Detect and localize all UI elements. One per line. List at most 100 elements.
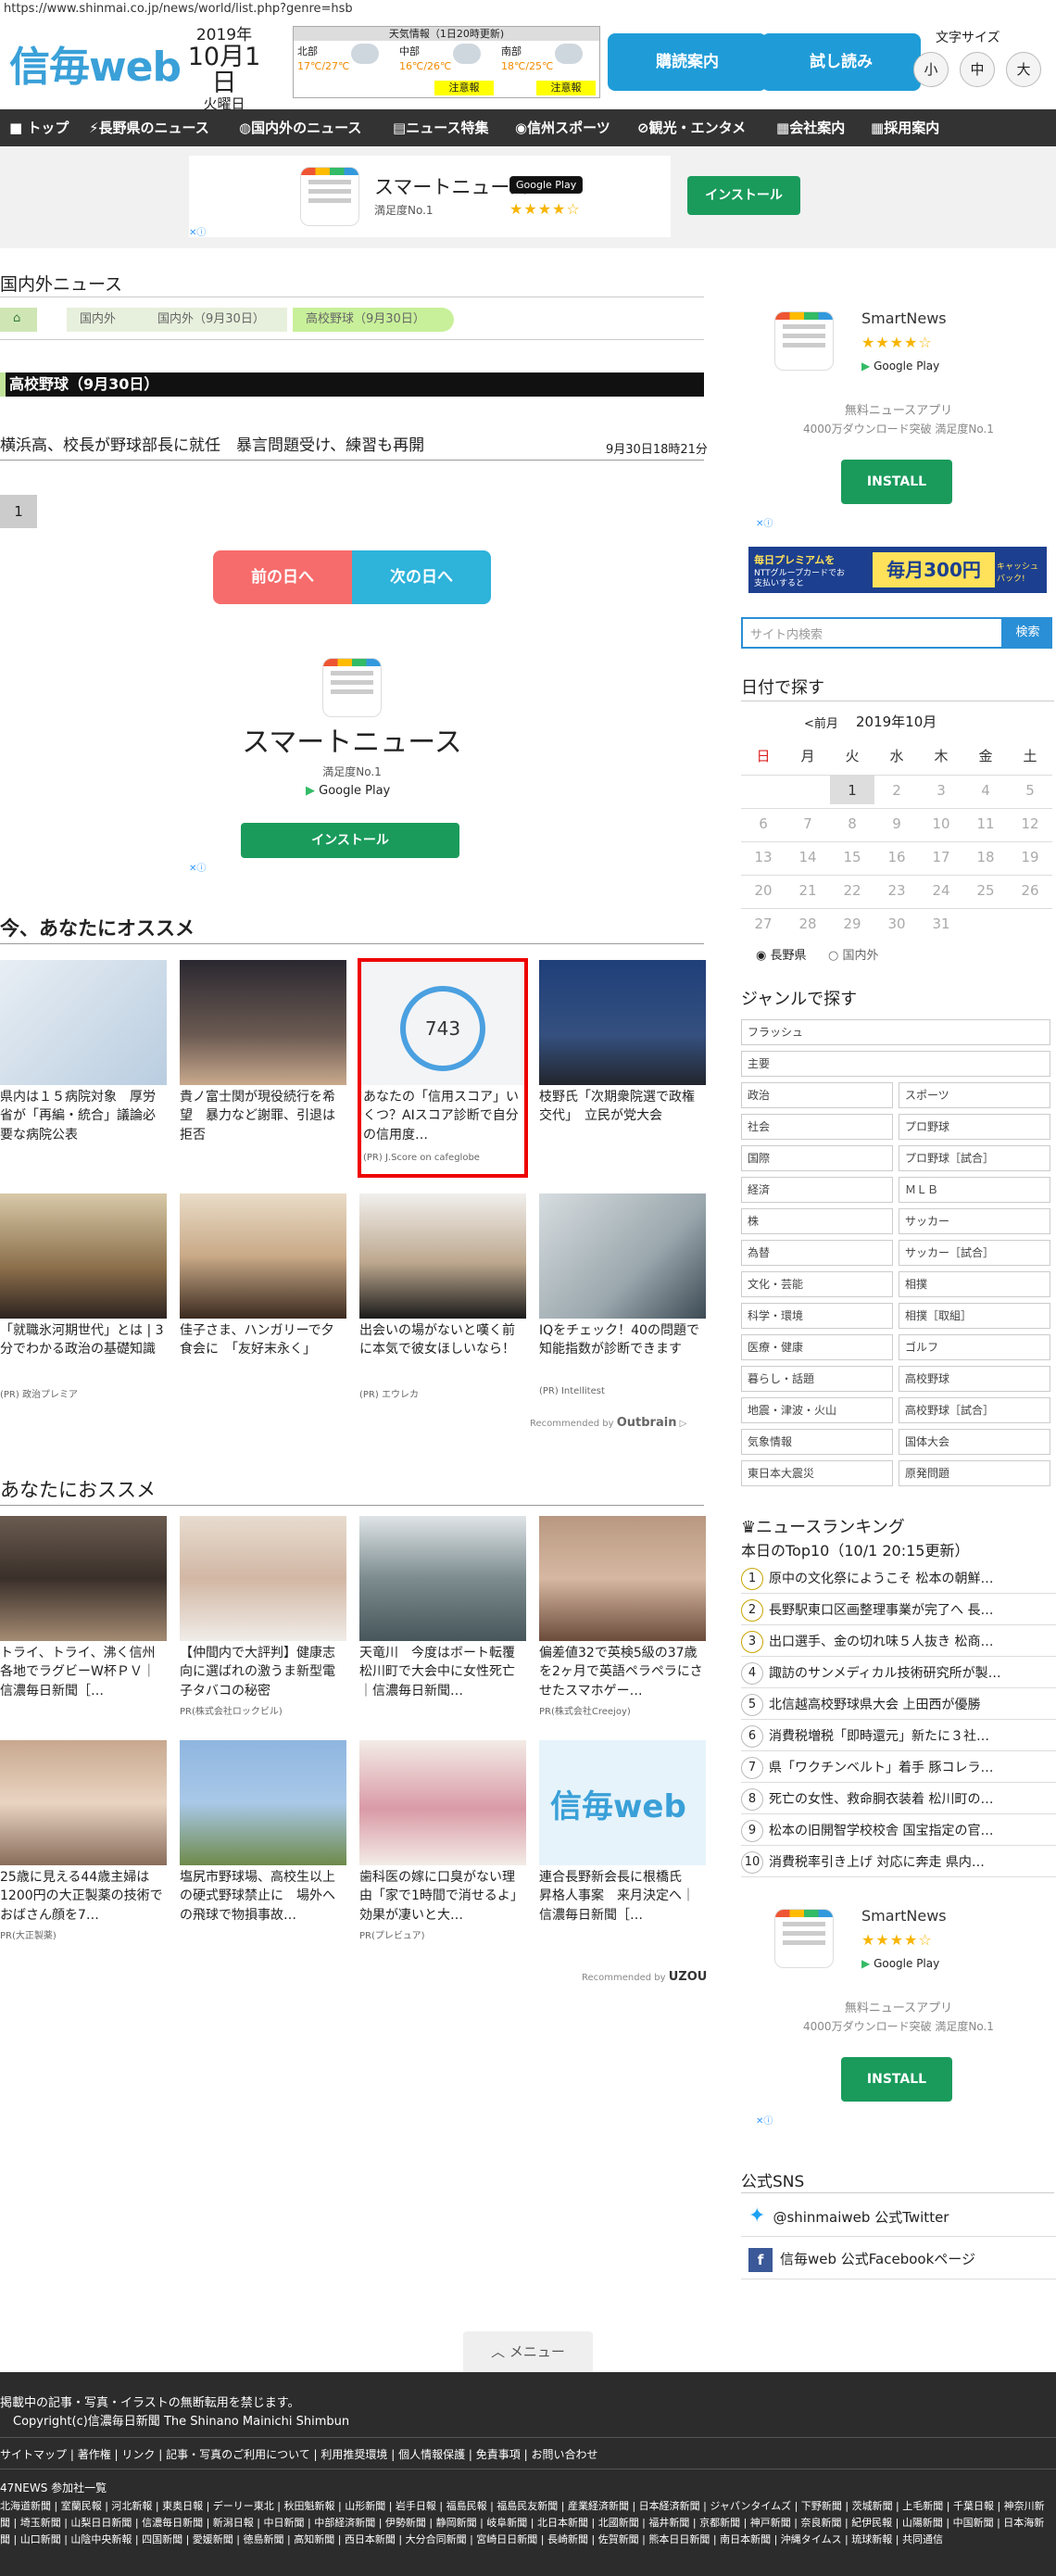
genre-item[interactable]: 東日本大震災: [741, 1460, 893, 1486]
recommend-caption[interactable]: あなたの「信用スコア」いくつ？AIスコア診断で自分の信用度…: [363, 1088, 522, 1143]
nav-nagano[interactable]: ⚡長野県のニュース: [89, 109, 209, 146]
menu-button[interactable]: ︿ メニュー: [463, 2331, 593, 2372]
genre-item[interactable]: プロ野球［試合］: [899, 1145, 1050, 1171]
ranking-item[interactable]: 2 長野駅東口区画整理事業が完了へ 長…: [741, 1596, 1056, 1625]
radio-nagano[interactable]: ◉ 長野県: [756, 945, 807, 963]
ad-install-button[interactable]: インストール: [687, 176, 800, 215]
font-large-button[interactable]: 大: [1006, 52, 1041, 87]
ranking-item[interactable]: 6 消費税増税「即時還元」新たに３社…: [741, 1722, 1056, 1751]
recommend2-caption[interactable]: 天竜川 今度はボート転覆 松川町で大会中に女性死亡｜信濃毎日新聞…: [359, 1644, 526, 1701]
site-search-button[interactable]: 検索: [1003, 617, 1052, 649]
smartnews-sidebar-ad[interactable]: SmartNews ★★★★☆ ▶ Google Play 無料ニュースアプリ …: [741, 304, 1056, 517]
article-thumbnail-map[interactable]: [0, 960, 167, 1085]
genre-item[interactable]: 政治: [741, 1082, 893, 1108]
ad-install-button[interactable]: INSTALL: [841, 2057, 952, 2102]
facebook-link[interactable]: f 信毎web 公式Facebookページ: [741, 2239, 1056, 2279]
genre-item[interactable]: サッカー: [899, 1208, 1050, 1234]
nav-tourism[interactable]: ⊘観光・エンタメ: [637, 109, 746, 146]
article-thumbnail-jobfair[interactable]: [0, 1193, 167, 1319]
genre-item[interactable]: 社会: [741, 1114, 893, 1140]
trial-button[interactable]: 試し読み: [761, 33, 921, 91]
smartnews-ad-top[interactable]: スマートニュース 満足度No.1 Google Play ★★★★☆ インストー…: [189, 156, 800, 238]
font-small-button[interactable]: 小: [913, 52, 949, 87]
recommend2-caption[interactable]: 歯科医の嫁に口臭がない理由「家で1時間で消せるよ」効果が凄いと大…: [359, 1868, 526, 1926]
smartnews-ad-mid[interactable]: スマートニュース 満足度No.1 ▶ Google Play インストール: [213, 649, 491, 871]
article-thumbnail-politician[interactable]: [539, 960, 706, 1085]
breadcrumb-item[interactable]: 国内外（9月30日）: [145, 308, 287, 332]
genre-item[interactable]: 原発問題: [899, 1460, 1050, 1486]
site-search-input[interactable]: サイト内検索: [741, 617, 1003, 649]
recommend2-caption[interactable]: 25歳に見える44歳主婦は1200円の大正製薬の技術でおばさん顔を7…: [0, 1868, 167, 1926]
article-thumbnail-woman[interactable]: [359, 1193, 526, 1319]
font-medium-button[interactable]: 中: [960, 52, 995, 87]
breadcrumb-home[interactable]: ⌂: [0, 308, 37, 332]
genre-item[interactable]: 国際: [741, 1145, 893, 1171]
recommend-caption[interactable]: IQをチェック！40の問題で知能指数が診断できます: [539, 1321, 706, 1379]
footer-link[interactable]: 著作権: [78, 2448, 111, 2461]
recommend2-caption[interactable]: トライ、トライ、沸く信州 各地でラグビーW杯ＰＶ｜信濃毎日新聞［…: [0, 1644, 167, 1701]
genre-item[interactable]: 科学・環境: [741, 1303, 893, 1329]
footer-link[interactable]: 記事・写真のご利用について: [166, 2448, 310, 2461]
footer-link[interactable]: サイトマップ: [0, 2448, 67, 2461]
adchoices-icon[interactable]: ✕ⓘ: [756, 2113, 773, 2127]
article-thumbnail-tongue[interactable]: [359, 1740, 526, 1865]
premium-banner[interactable]: 毎日プレミアムを NTTグループカードでお支払いすると 毎月300円 キャッシュ…: [748, 547, 1047, 593]
genre-item[interactable]: 文化・芸能: [741, 1271, 893, 1297]
calendar-day[interactable]: 1: [830, 775, 874, 804]
calendar-prev-month[interactable]: <前月: [804, 713, 838, 731]
recommend-caption[interactable]: 佳子さま、ハンガリーで夕食会に 「友好末永く」: [180, 1321, 346, 1379]
smartnews-sidebar-ad-2[interactable]: SmartNews ★★★★☆ ▶ Google Play 無料ニュースアプリ …: [741, 1901, 1056, 2115]
ad-install-button[interactable]: INSTALL: [841, 460, 952, 504]
genre-item[interactable]: 地震・津波・火山: [741, 1397, 893, 1423]
genre-item[interactable]: 相撲［取組］: [899, 1303, 1050, 1329]
nav-sports[interactable]: ◉信州スポーツ: [515, 109, 610, 146]
ad-install-button[interactable]: インストール: [241, 823, 459, 858]
ranking-item[interactable]: 8 死亡の女性、救命胴衣装着 松川町の…: [741, 1785, 1056, 1814]
page-number-button[interactable]: 1: [0, 495, 37, 528]
genre-item[interactable]: プロ野球: [899, 1114, 1050, 1140]
article-thumbnail-shinmai[interactable]: 信毎web: [539, 1740, 706, 1865]
genre-item[interactable]: 高校野球: [899, 1366, 1050, 1392]
breadcrumb-item[interactable]: 国内外: [67, 308, 148, 332]
ranking-item[interactable]: 4 諏訪のサンメディカル技術研究所が製…: [741, 1659, 1056, 1688]
recommended-by[interactable]: Recommended by Outbrain ▷: [530, 1416, 686, 1430]
article-thumbnail-man[interactable]: [539, 1193, 706, 1319]
article-title[interactable]: 横浜高、校長が野球部長に就任 暴言問題受け、練習も再開: [0, 432, 424, 455]
recommend2-caption[interactable]: 偏差値32で英検5級の37歳を2ヶ月で英語ペラペラにさせたスマホゲー…: [539, 1644, 706, 1701]
footer-link[interactable]: お問い合わせ: [531, 2448, 597, 2461]
ranking-item[interactable]: 5 北信越高校野球県大会 上田西が優勝: [741, 1690, 1056, 1720]
genre-item[interactable]: サッカー［試合］: [899, 1240, 1050, 1266]
genre-item[interactable]: 医療・健康: [741, 1334, 893, 1360]
genre-item[interactable]: スポーツ: [899, 1082, 1050, 1108]
nav-company[interactable]: ▦会社案内: [776, 109, 845, 146]
recommend-caption[interactable]: 出会いの場がないと嘆く前に本気で彼女ほしいなら！: [359, 1321, 526, 1379]
genre-item[interactable]: 経済: [741, 1177, 893, 1203]
article-thumbnail-stadium[interactable]: [180, 1740, 346, 1865]
article-thumbnail-skincare[interactable]: [0, 1740, 167, 1865]
article-thumbnail-sumo[interactable]: [180, 960, 346, 1085]
site-logo[interactable]: 信毎web: [9, 33, 182, 93]
genre-main[interactable]: 主要: [741, 1051, 1050, 1077]
footer-link[interactable]: 利用推奨環境: [321, 2448, 387, 2461]
genre-item[interactable]: ＭＬＢ: [899, 1177, 1050, 1203]
recommend-caption[interactable]: 「就職氷河期世代」とは | 3分でわかる政治の基礎知識: [0, 1321, 167, 1379]
genre-item[interactable]: 国体大会: [899, 1429, 1050, 1455]
radio-world[interactable]: ○ 国内外: [828, 945, 879, 963]
recommend2-caption[interactable]: 【仲間内で大評判】健康志向に選ばれの激うま新型電子タバコの秘密: [180, 1644, 346, 1701]
recommend-caption[interactable]: 枝野氏「次期衆院選で政権交代」 立民が党大会: [539, 1088, 706, 1143]
article-thumbnail-rugby[interactable]: [0, 1516, 167, 1641]
genre-item[interactable]: 相撲: [899, 1271, 1050, 1297]
ranking-item[interactable]: 3 出口選手、金の切れ味５人抜き 松商…: [741, 1627, 1056, 1657]
next-day-button[interactable]: 次の日へ: [352, 550, 491, 604]
footer-link[interactable]: リンク: [121, 2448, 155, 2461]
genre-item[interactable]: 気象情報: [741, 1429, 893, 1455]
genre-item[interactable]: 株: [741, 1208, 893, 1234]
article-thumbnail-child[interactable]: [539, 1516, 706, 1641]
recommend-caption[interactable]: 貴ノ富士関が現役続行を希望 暴力など謝罪、引退は拒否: [180, 1088, 346, 1143]
genre-flash[interactable]: フラッシュ: [741, 1019, 1050, 1045]
genre-item[interactable]: 暮らし・話題: [741, 1366, 893, 1392]
ranking-item[interactable]: 7 県「ワクチンベルト」着手 豚コレラ…: [741, 1753, 1056, 1783]
article-thumbnail-princess[interactable]: [180, 1193, 346, 1319]
genre-item[interactable]: 高校野球［試合］: [899, 1397, 1050, 1423]
nav-world[interactable]: ◍国内外のニュース: [239, 109, 361, 146]
